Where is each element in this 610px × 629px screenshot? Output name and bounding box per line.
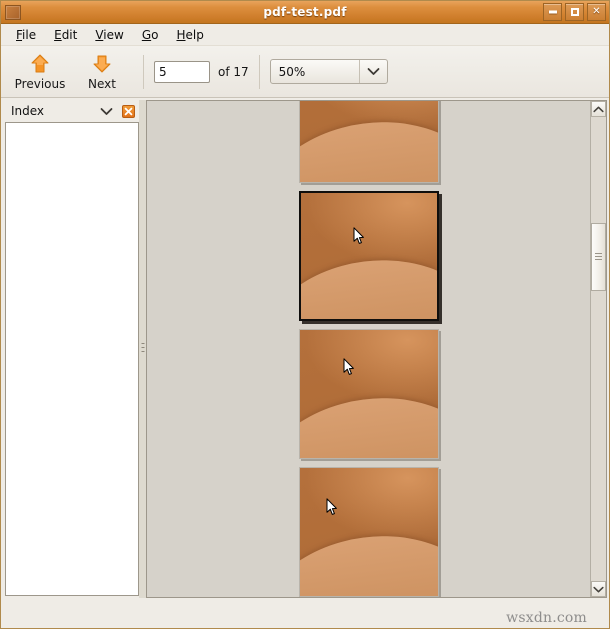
next-page-button[interactable]: Next xyxy=(71,48,133,96)
page-number-input[interactable] xyxy=(154,60,210,83)
window-controls: ✕ xyxy=(543,3,606,21)
sidebar-close-button[interactable] xyxy=(122,104,135,118)
watermark: wsxdn.com xyxy=(506,610,587,626)
next-page-label: Next xyxy=(88,76,116,91)
maximize-button[interactable] xyxy=(565,3,584,21)
scroll-up-button[interactable] xyxy=(591,101,606,117)
sidebar-header: Index xyxy=(3,100,139,122)
close-icon xyxy=(124,107,133,115)
menu-bar: File Edit View Go Help xyxy=(1,24,609,46)
menu-item-go[interactable]: Go xyxy=(133,26,168,44)
document-view xyxy=(146,100,607,598)
pdf-page-2[interactable] xyxy=(298,191,439,321)
zoom-level-select[interactable]: 50% xyxy=(269,59,388,84)
close-button[interactable]: ✕ xyxy=(587,3,606,21)
grip-icon xyxy=(141,343,144,355)
chevron-down-icon[interactable] xyxy=(98,107,114,116)
menu-item-file[interactable]: File xyxy=(7,26,45,44)
menu-view-rest: iew xyxy=(103,27,124,42)
arrow-down-icon xyxy=(91,53,113,75)
sidebar-title: Index xyxy=(11,104,45,118)
minimize-icon xyxy=(548,10,557,14)
pdf-page-1[interactable] xyxy=(298,101,439,183)
minimize-button[interactable] xyxy=(543,3,562,21)
window-title: pdf-test.pdf xyxy=(263,5,347,19)
previous-page-label: Previous xyxy=(14,76,66,91)
page-total-label: of 17 xyxy=(218,64,249,79)
pdf-page-4[interactable] xyxy=(298,467,439,597)
maximize-icon xyxy=(570,8,579,16)
page-list xyxy=(147,101,590,597)
menu-item-edit[interactable]: Edit xyxy=(45,26,86,44)
zoom-level-value: 50% xyxy=(278,64,306,79)
pdf-page-image xyxy=(299,330,438,458)
previous-page-button[interactable]: Previous xyxy=(9,48,71,96)
main-content: Index xyxy=(1,98,609,600)
menu-file-rest: ile xyxy=(22,27,37,42)
pdf-page-image xyxy=(299,468,438,596)
menu-edit-rest: dit xyxy=(61,27,78,42)
index-sidebar: Index xyxy=(3,100,139,598)
pdf-page-image xyxy=(300,193,437,319)
toolbar-separator-1 xyxy=(143,54,144,89)
title-bar: pdf-test.pdf ✕ xyxy=(1,1,609,24)
menu-help-rest: elp xyxy=(185,27,204,42)
pdf-viewer-window: pdf-test.pdf ✕ File Edit View Go Help Pr… xyxy=(0,0,610,629)
vertical-scrollbar[interactable] xyxy=(590,101,606,597)
chevron-down-icon xyxy=(593,582,604,596)
index-list-panel[interactable] xyxy=(5,122,139,596)
arrow-up-icon xyxy=(29,53,51,75)
toolbar-separator-2 xyxy=(258,54,260,89)
pdf-page-image xyxy=(299,101,438,182)
chevron-down-icon xyxy=(360,67,387,76)
chevron-up-icon xyxy=(593,102,604,116)
app-icon xyxy=(5,4,21,20)
close-icon: ✕ xyxy=(592,6,601,17)
scrollbar-thumb[interactable] xyxy=(591,223,606,291)
sidebar-splitter[interactable] xyxy=(139,100,146,598)
scroll-down-button[interactable] xyxy=(591,581,606,597)
document-scroll-region[interactable] xyxy=(147,101,590,597)
menu-item-view[interactable]: View xyxy=(86,26,132,44)
toolbar: Previous Next of 17 50% xyxy=(1,46,609,98)
scrollbar-track[interactable] xyxy=(591,117,606,581)
menu-item-help[interactable]: Help xyxy=(167,26,212,44)
pdf-page-3[interactable] xyxy=(298,329,439,459)
menu-go-rest: o xyxy=(151,27,159,42)
grip-icon xyxy=(595,252,602,262)
